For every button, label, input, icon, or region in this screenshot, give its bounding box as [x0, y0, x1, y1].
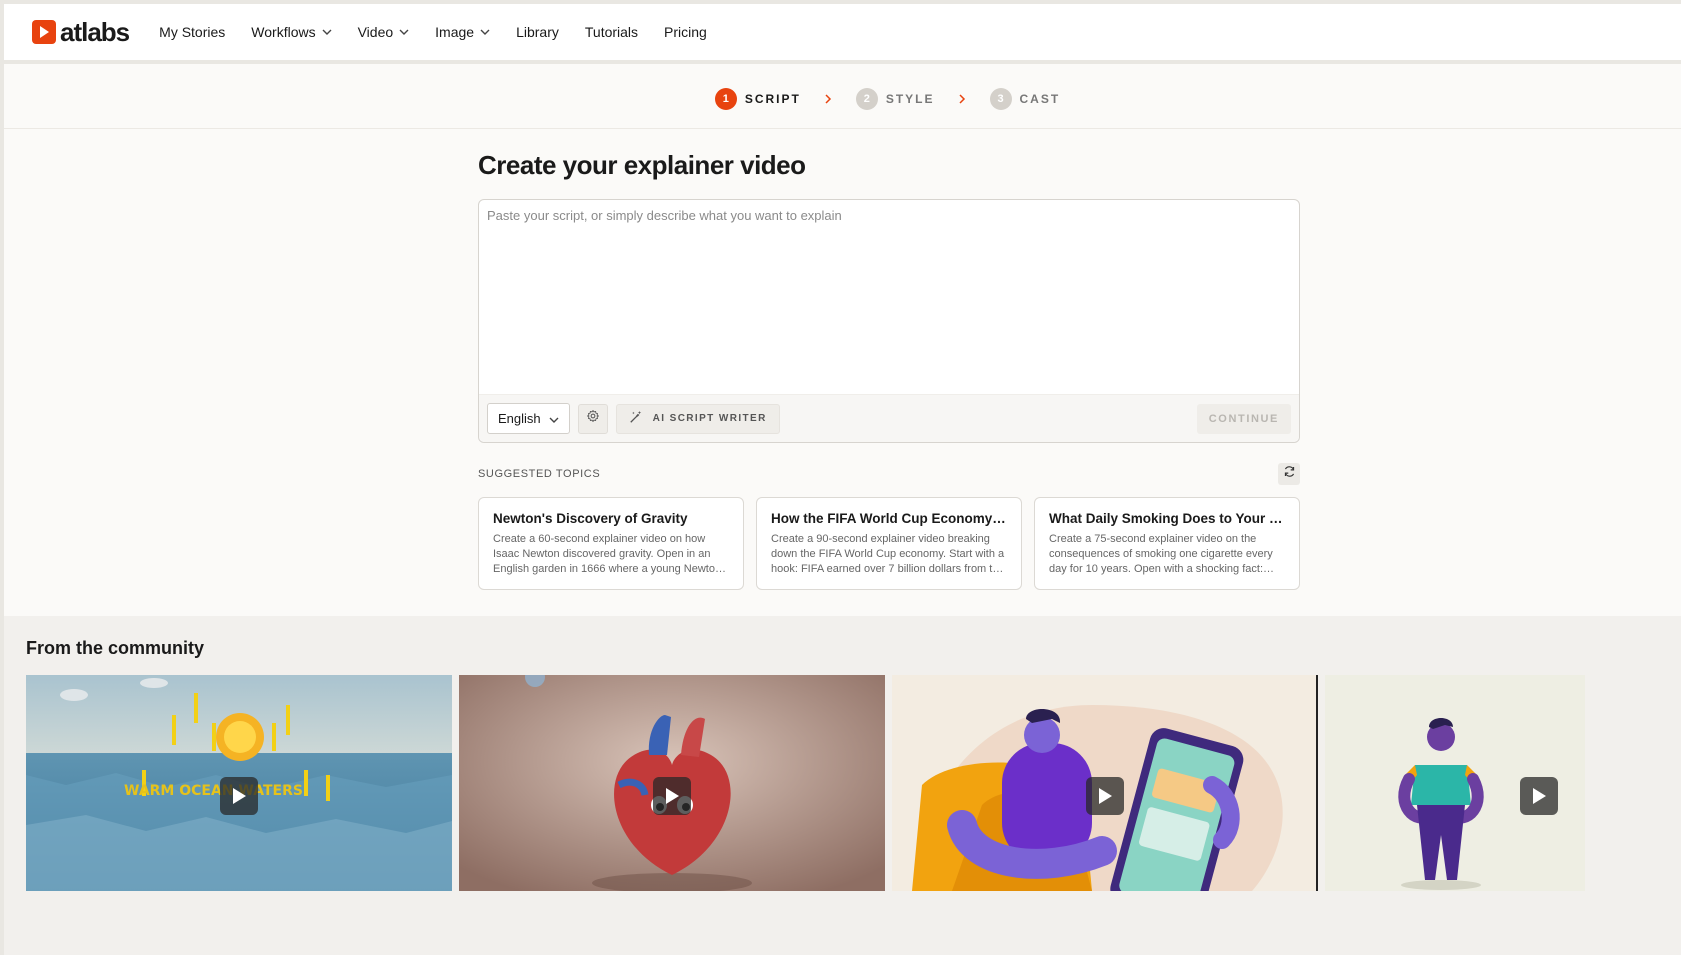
topic-card[interactable]: What Daily Smoking Does to Your Body Cre…: [1034, 497, 1300, 590]
suggested-topics-list: Newton's Discovery of Gravity Create a 6…: [478, 497, 1300, 590]
script-input[interactable]: [479, 200, 1299, 396]
play-button[interactable]: [1086, 776, 1124, 815]
nav-label: Tutorials: [584, 24, 639, 40]
top-nav: atlabs My Stories Workflows Video Image …: [4, 4, 1681, 64]
community-video-list: WARM OCEAN WATERS: [26, 675, 1585, 891]
nav-pricing[interactable]: Pricing: [664, 24, 707, 40]
play-button[interactable]: [653, 776, 691, 815]
language-value: English: [498, 411, 541, 426]
step-label: CAST: [1019, 92, 1061, 106]
community-video-character[interactable]: [1325, 675, 1585, 891]
nav-my-stories[interactable]: My Stories: [159, 24, 225, 40]
step-number: 3: [989, 88, 1012, 110]
nav-label: Pricing: [664, 24, 707, 40]
divider: [4, 128, 1681, 129]
community-section: From the community WARM OCEAN WATERS: [4, 616, 1681, 955]
community-video-phone[interactable]: [892, 675, 1318, 891]
play-icon: [1099, 787, 1112, 804]
magic-wand-icon: [629, 410, 643, 427]
nav-label: Library: [516, 24, 559, 40]
nav-label: My Stories: [159, 24, 226, 40]
step-number: 1: [714, 88, 737, 110]
continue-button[interactable]: CONTINUE: [1196, 403, 1291, 434]
step-number: 2: [855, 88, 878, 110]
play-button[interactable]: [220, 776, 258, 815]
chevron-down-icon: [480, 27, 490, 38]
topic-title: What Daily Smoking Does to Your Body: [1049, 511, 1285, 526]
refresh-topics-button[interactable]: [1278, 463, 1300, 485]
topic-title: How the FIFA World Cup Economy Works: [771, 511, 1007, 526]
step-cast[interactable]: 3 CAST: [989, 88, 1061, 110]
step-indicator: 1 SCRIPT 2 STYLE 3 CAST: [4, 79, 1681, 119]
language-select[interactable]: English: [487, 403, 570, 434]
suggested-topics-label: SUGGESTED TOPICS: [478, 468, 601, 480]
nav-label: Video: [357, 24, 394, 40]
step-label: STYLE: [885, 92, 935, 106]
step-style[interactable]: 2 STYLE: [855, 88, 935, 110]
logo[interactable]: atlabs: [32, 16, 130, 48]
nav-image[interactable]: Image: [435, 24, 490, 40]
play-button[interactable]: [1520, 776, 1558, 815]
nav-label: Workflows: [251, 24, 316, 40]
svg-text:WARM OCEAN WATERS: WARM OCEAN WATERS: [124, 783, 303, 799]
community-title: From the community: [26, 638, 205, 658]
topic-description: Create a 60-second explainer video on ho…: [493, 533, 722, 575]
script-editor: English: [478, 199, 1300, 443]
main-content: Create your explainer video English: [478, 142, 1300, 590]
community-video-ocean[interactable]: WARM OCEAN WATERS: [26, 675, 452, 891]
nav-label: Image: [435, 24, 475, 40]
chevron-down-icon: [322, 27, 332, 38]
editor-toolbar: English AI SCRIPT WRITER CONTINUE: [479, 394, 1299, 442]
topic-title: Newton's Discovery of Gravity: [493, 511, 688, 526]
topic-card[interactable]: Newton's Discovery of Gravity Create a 6…: [478, 497, 744, 590]
community-video-heart[interactable]: [459, 675, 885, 891]
play-icon: [1533, 787, 1546, 804]
chevron-down-icon: [549, 411, 559, 426]
suggested-topics-header: SUGGESTED TOPICS: [478, 461, 1300, 487]
topic-card[interactable]: How the FIFA World Cup Economy Works Cre…: [756, 497, 1022, 590]
chevron-right-icon: [958, 91, 966, 107]
topic-description: Create a 75-second explainer video on th…: [1049, 533, 1273, 575]
gear-icon: [586, 409, 600, 428]
app-frame: atlabs My Stories Workflows Video Image …: [4, 4, 1681, 955]
topic-description: Create a 90-second explainer video break…: [771, 533, 1005, 575]
nav-workflows[interactable]: Workflows: [251, 24, 332, 40]
ai-script-writer-label: AI SCRIPT WRITER: [652, 413, 767, 424]
step-label: SCRIPT: [744, 92, 801, 106]
chevron-down-icon: [399, 27, 409, 38]
refresh-icon: [1283, 465, 1296, 483]
nav-tutorials[interactable]: Tutorials: [585, 24, 638, 40]
play-icon: [666, 787, 679, 804]
step-script[interactable]: 1 SCRIPT: [714, 88, 801, 110]
chevron-right-icon: [825, 91, 832, 107]
nav-library[interactable]: Library: [516, 24, 559, 40]
settings-button[interactable]: [577, 403, 608, 434]
page-title: Create your explainer video: [478, 150, 806, 180]
logo-text: atlabs: [60, 16, 130, 47]
nav-video[interactable]: Video: [358, 24, 410, 40]
logo-play-icon: [32, 20, 56, 44]
play-icon: [233, 787, 246, 804]
ai-script-writer-button[interactable]: AI SCRIPT WRITER: [615, 403, 780, 434]
